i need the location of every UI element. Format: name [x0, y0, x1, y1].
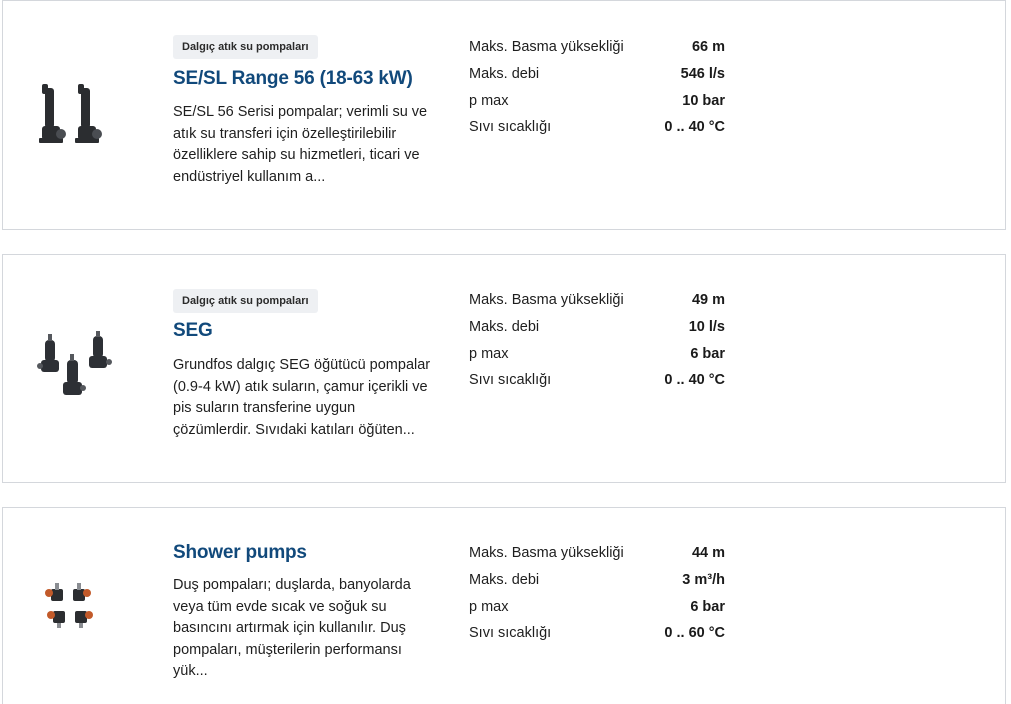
- spec-row-pmax: p max 6 bar: [469, 340, 725, 367]
- spec-value: 6 bar: [690, 345, 725, 362]
- spec-row-flow: Maks. debi 3 m³/h: [469, 567, 725, 594]
- spec-table: Maks. Basma yüksekliği 49 m Maks. debi 1…: [469, 287, 725, 394]
- spec-label: p max: [469, 345, 509, 362]
- spec-row-temp: Sıvı sıcaklığı 0 .. 40 °C: [469, 114, 725, 141]
- spec-row-flow: Maks. debi 546 l/s: [469, 61, 725, 88]
- product-card-seg[interactable]: Dalgıç atık su pompaları SEG Grundfos da…: [2, 254, 1006, 483]
- pump-image[interactable]: [31, 330, 123, 410]
- spec-label: Maks. Basma yüksekliği: [469, 39, 624, 56]
- spec-row-flow: Maks. debi 10 l/s: [469, 314, 725, 341]
- spec-label: Maks. debi: [469, 66, 540, 83]
- category-badge: Dalgıç atık su pompaları: [173, 35, 318, 59]
- spec-value: 3 m³/h: [682, 572, 725, 589]
- spec-table: Maks. Basma yüksekliği 44 m Maks. debi 3…: [469, 540, 725, 647]
- product-title[interactable]: SEG: [173, 320, 213, 342]
- category-badge: Dalgıç atık su pompaları: [173, 289, 318, 313]
- product-list: Dalgıç atık su pompaları SE/SL Range 56 …: [0, 0, 1011, 704]
- spec-row-head: Maks. Basma yüksekliği 66 m: [469, 34, 725, 61]
- spec-value: 6 bar: [690, 598, 725, 615]
- spec-value: 0 .. 60 °C: [664, 625, 725, 642]
- spec-label: p max: [469, 92, 509, 109]
- spec-label: Maks. Basma yüksekliği: [469, 292, 624, 309]
- product-title[interactable]: SE/SL Range 56 (18-63 kW): [173, 68, 413, 90]
- spec-label: Sıvı sıcaklığı: [469, 119, 552, 136]
- product-card-se-sl-56[interactable]: Dalgıç atık su pompaları SE/SL Range 56 …: [2, 0, 1006, 230]
- product-description: Duş pompaları; duşlarda, banyolarda veya…: [173, 577, 411, 680]
- spec-label: Maks. debi: [469, 572, 540, 589]
- product-title[interactable]: Shower pumps: [173, 542, 307, 564]
- spec-value: 66 m: [691, 39, 725, 56]
- pump-image[interactable]: [31, 76, 123, 156]
- spec-row-head: Maks. Basma yüksekliği 44 m: [469, 540, 725, 567]
- spec-row-pmax: p max 6 bar: [469, 593, 725, 620]
- spec-label: Sıvı sıcaklığı: [469, 625, 552, 642]
- spec-label: Sıvı sıcaklığı: [469, 372, 552, 389]
- spec-value: 0 .. 40 °C: [664, 372, 725, 389]
- spec-row-head: Maks. Basma yüksekliği 49 m: [469, 287, 725, 314]
- pump-image[interactable]: [31, 567, 123, 647]
- spec-label: Maks. debi: [469, 319, 540, 336]
- product-card-shower-pumps[interactable]: Shower pumps Duş pompaları; duşlarda, ba…: [2, 507, 1006, 704]
- spec-value: 44 m: [691, 545, 725, 562]
- product-description: Grundfos dalgıç SEG öğütücü pompalar (0.…: [173, 357, 431, 438]
- spec-table: Maks. Basma yüksekliği 66 m Maks. debi 5…: [469, 34, 725, 141]
- spec-value: 10 l/s: [688, 319, 725, 336]
- spec-value: 10 bar: [682, 92, 725, 109]
- spec-row-temp: Sıvı sıcaklığı 0 .. 60 °C: [469, 620, 725, 647]
- spec-value: 0 .. 40 °C: [664, 119, 725, 136]
- product-description: SE/SL 56 Serisi pompalar; verimli su ve …: [173, 104, 428, 185]
- spec-label: p max: [469, 598, 509, 615]
- spec-row-temp: Sıvı sıcaklığı 0 .. 40 °C: [469, 367, 725, 394]
- spec-value: 546 l/s: [680, 66, 725, 83]
- spec-label: Maks. Basma yüksekliği: [469, 545, 624, 562]
- spec-row-pmax: p max 10 bar: [469, 87, 725, 114]
- spec-value: 49 m: [691, 292, 725, 309]
